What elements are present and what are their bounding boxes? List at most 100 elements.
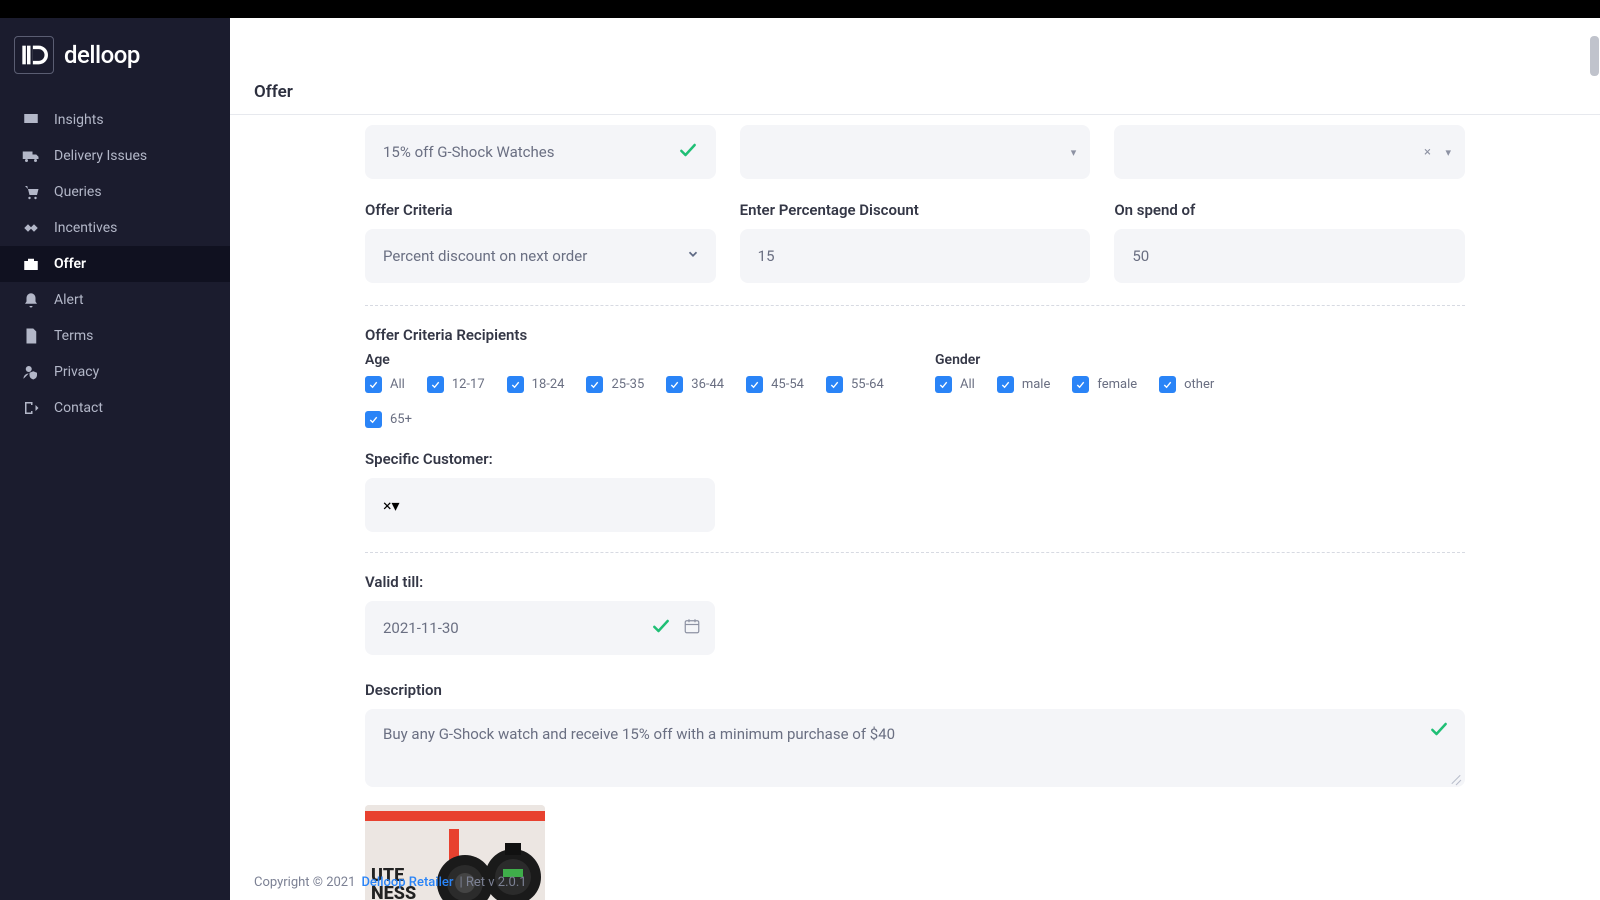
page-title: Offer (230, 68, 1600, 115)
age-option[interactable]: 45-54 (746, 376, 804, 393)
age-option[interactable]: 65+ (365, 411, 412, 428)
checkbox-label: 45-54 (771, 377, 804, 392)
checkbox-icon (507, 376, 524, 393)
checkbox-label: male (1022, 377, 1051, 392)
browser-chrome-strip (0, 0, 1600, 18)
footer-brand[interactable]: Delloop Retailer (361, 875, 453, 890)
checkbox-icon (427, 376, 444, 393)
age-option[interactable]: All (365, 376, 405, 393)
chevron-down-icon: ▾ (1071, 146, 1077, 159)
close-icon[interactable]: × (1424, 145, 1431, 160)
spend-input[interactable] (1114, 229, 1465, 283)
main-panel: Offer ▾ (230, 18, 1600, 900)
offer-select-1[interactable]: ▾ (740, 125, 1091, 179)
checkbox-label: 18-24 (532, 377, 565, 392)
specific-customer-select[interactable]: × ▾ (365, 478, 715, 532)
gender-option[interactable]: male (997, 376, 1051, 393)
chevron-down-icon: ▾ (1445, 146, 1451, 159)
checkbox-label: female (1097, 377, 1137, 392)
offer-name-text[interactable] (383, 143, 678, 161)
logo[interactable]: delloop (0, 18, 230, 92)
checkbox-label: other (1184, 377, 1214, 392)
calendar-icon[interactable] (683, 617, 701, 639)
sidebar-item-contact[interactable]: Contact (0, 390, 230, 426)
sidebar-item-label: Contact (54, 400, 103, 416)
sidebar-item-terms[interactable]: Terms (0, 318, 230, 354)
sidebar-item-delivery[interactable]: Delivery Issues (0, 138, 230, 174)
sidebar-item-label: Incentives (54, 220, 117, 236)
description-input[interactable] (365, 709, 1465, 787)
sidebar-nav: Insights Delivery Issues Queries Incenti… (0, 102, 230, 426)
spend-value[interactable] (1132, 247, 1447, 265)
checkbox-icon (365, 376, 382, 393)
description-text[interactable] (383, 725, 1417, 767)
chevron-down-icon: ▾ (392, 496, 400, 515)
checkbox-icon (997, 376, 1014, 393)
checkbox-icon (1072, 376, 1089, 393)
sidebar-item-label: Offer (54, 256, 86, 272)
age-option[interactable]: 18-24 (507, 376, 565, 393)
display-icon (22, 111, 40, 129)
checkbox-icon (666, 376, 683, 393)
age-label: Age (365, 352, 895, 368)
offer-criteria-select[interactable]: Percent discount on next order (365, 229, 716, 283)
close-icon[interactable]: × (383, 496, 392, 515)
sidebar: delloop Insights Delivery Issues Queries… (0, 18, 230, 900)
age-group: Age All 12-17 18-24 25-35 36-44 45-54 55-64 65+ (365, 352, 895, 428)
recipients-label: Offer Criteria Recipients (365, 326, 1465, 344)
content-scroll[interactable]: ▾ × ▾ Offer Criteria P (230, 115, 1600, 900)
percent-input[interactable] (740, 229, 1091, 283)
checkbox-label: All (390, 377, 405, 392)
valid-till-value[interactable] (383, 619, 697, 637)
checkmark-icon (678, 140, 698, 164)
offer-form: ▾ × ▾ Offer Criteria P (365, 125, 1465, 900)
chevron-down-icon (686, 247, 700, 265)
offer-criteria-value: Percent discount on next order (383, 247, 587, 265)
sidebar-item-insights[interactable]: Insights (0, 102, 230, 138)
gender-label: Gender (935, 352, 1465, 368)
checkbox-label: 65+ (390, 412, 412, 427)
sidebar-item-offer[interactable]: Offer (0, 246, 230, 282)
checkbox-icon (1159, 376, 1176, 393)
checkbox-icon (935, 376, 952, 393)
sidebar-item-incentives[interactable]: Incentives (0, 210, 230, 246)
logo-text: delloop (64, 41, 140, 69)
briefcase-icon (22, 255, 40, 273)
user-shield-icon (22, 363, 40, 381)
gender-group: Gender All male female other (935, 352, 1465, 428)
sidebar-item-label: Insights (54, 112, 104, 128)
gender-option[interactable]: female (1072, 376, 1137, 393)
checkbox-label: 36-44 (691, 377, 724, 392)
sidebar-item-label: Privacy (54, 364, 99, 380)
sidebar-item-privacy[interactable]: Privacy (0, 354, 230, 390)
age-option[interactable]: 12-17 (427, 376, 485, 393)
offer-select-2[interactable]: × ▾ (1114, 125, 1465, 179)
offer-name-input[interactable] (365, 125, 716, 179)
resize-handle[interactable] (1450, 772, 1462, 784)
divider (365, 305, 1465, 306)
checkmark-icon (1429, 719, 1449, 743)
truck-icon (22, 147, 40, 165)
checkbox-label: 55-64 (851, 377, 884, 392)
checkbox-icon (365, 411, 382, 428)
age-option[interactable]: 55-64 (826, 376, 884, 393)
gender-option[interactable]: All (935, 376, 975, 393)
header-spacer (230, 18, 1600, 68)
specific-customer-label: Specific Customer: (365, 450, 1465, 468)
bell-icon (22, 291, 40, 309)
percent-value[interactable] (758, 247, 1073, 265)
age-option[interactable]: 25-35 (586, 376, 644, 393)
sidebar-item-label: Delivery Issues (54, 148, 147, 164)
vertical-scrollbar[interactable] (1590, 36, 1599, 76)
sidebar-item-queries[interactable]: Queries (0, 174, 230, 210)
gender-option[interactable]: other (1159, 376, 1214, 393)
logo-mark-icon (14, 36, 54, 74)
sidebar-item-label: Alert (54, 292, 84, 308)
age-option[interactable]: 36-44 (666, 376, 724, 393)
sidebar-item-label: Queries (54, 184, 102, 200)
description-label: Description (365, 681, 1465, 699)
sidebar-item-alert[interactable]: Alert (0, 282, 230, 318)
checkbox-label: All (960, 377, 975, 392)
checkbox-icon (826, 376, 843, 393)
valid-till-input[interactable] (365, 601, 715, 655)
